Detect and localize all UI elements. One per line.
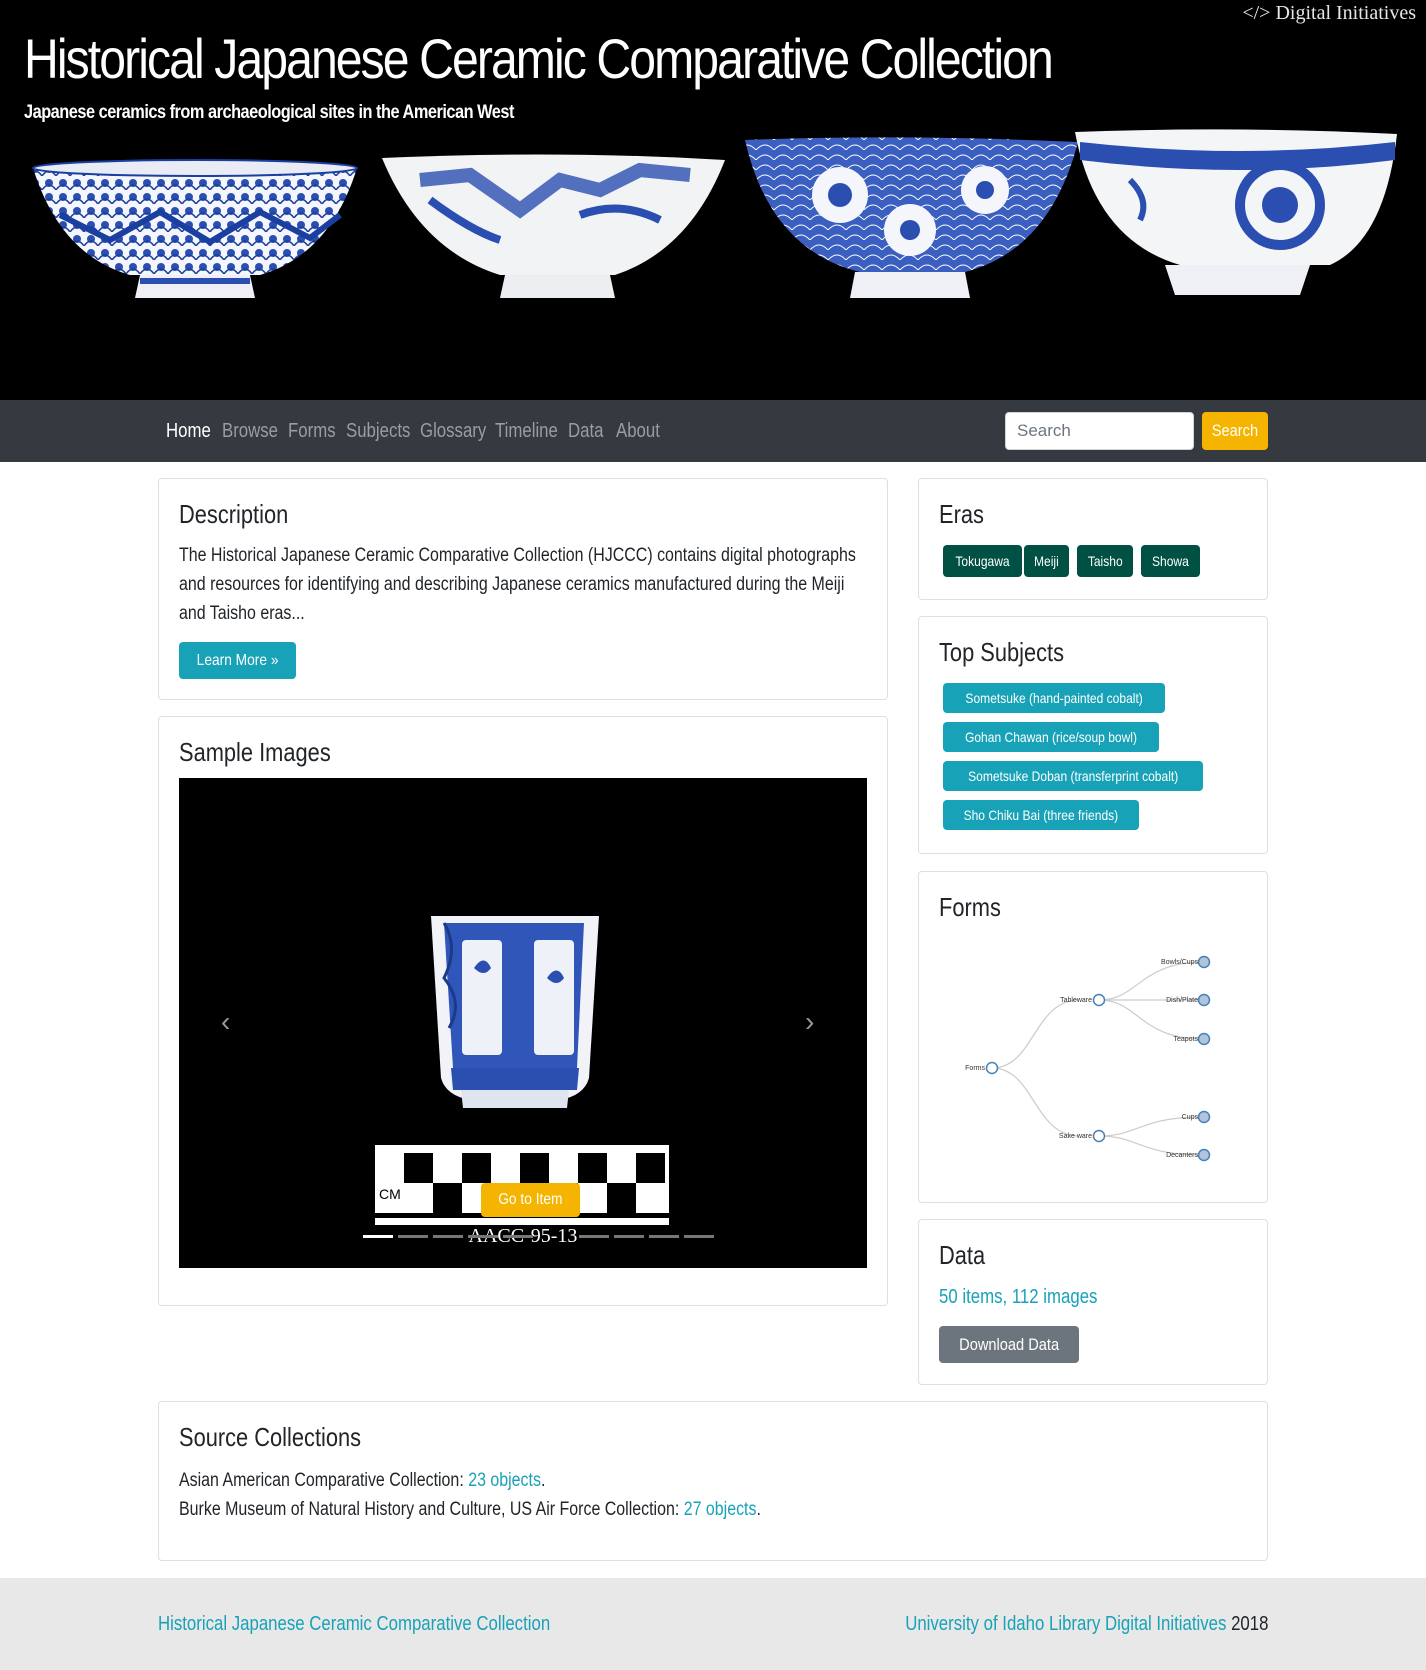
data-title: Data	[939, 1240, 986, 1270]
subject-label: Gohan Chawan (rice/soup bowl)	[965, 729, 1137, 745]
tree-node[interactable]	[1092, 1129, 1106, 1143]
source-collection-link[interactable]: 23 objects	[468, 1470, 541, 1491]
forms-tree-diagram: Forms Tableware Sake ware Bowls/Cups Dis…	[965, 955, 1211, 1162]
nav-data[interactable]: Data	[568, 420, 603, 443]
footer-digital-initiatives-link[interactable]: University of Idaho Library Digital Init…	[905, 1613, 1226, 1635]
carousel-indicator[interactable]	[684, 1235, 714, 1238]
carousel-indicator[interactable]	[579, 1235, 609, 1238]
site-footer: Historical Japanese Ceramic Comparative …	[0, 1578, 1426, 1670]
tree-leaf[interactable]	[1197, 1110, 1211, 1124]
carousel-indicator[interactable]	[614, 1235, 644, 1238]
carousel-indicator[interactable]	[468, 1235, 498, 1238]
description-text: The Historical Japanese Ceramic Comparat…	[179, 545, 856, 624]
data-card: Data 50 items, 112 images Download Data	[918, 1219, 1268, 1385]
source-collections-title: Source Collections	[179, 1422, 362, 1452]
tree-label: Sake ware	[1059, 1133, 1092, 1140]
download-data-button[interactable]: Download Data	[939, 1326, 1080, 1363]
nav-subjects[interactable]: Subjects	[346, 420, 410, 443]
site-header: </> Digital Initiatives Historical Japan…	[0, 0, 1426, 400]
source-collection-period: .	[756, 1499, 761, 1520]
tree-leaf[interactable]	[1197, 1148, 1211, 1162]
tree-label: Dish/Plate	[1166, 997, 1198, 1004]
description-card: Description The Historical Japanese Cera…	[158, 478, 888, 700]
carousel-indicator[interactable]	[398, 1235, 428, 1238]
subject-label: Sho Chiku Bai (three friends)	[963, 807, 1119, 823]
site-title[interactable]: Historical Japanese Ceramic Comparative …	[24, 26, 1054, 91]
bowl-2	[382, 154, 725, 298]
sample-images-title: Sample Images	[179, 737, 331, 767]
tree-label: Bowls/Cups	[1161, 959, 1198, 966]
tree-label: Cups	[1182, 1114, 1199, 1121]
tree-label: Tableware	[1060, 997, 1092, 1004]
tree-leaf[interactable]	[1197, 993, 1211, 1007]
learn-more-label: Learn More »	[196, 651, 279, 669]
tree-node[interactable]	[985, 1061, 999, 1075]
source-collection-item: Asian American Comparative Collection: 2…	[179, 1470, 545, 1492]
subject-label: Sometsuke (hand-painted cobalt)	[965, 690, 1143, 706]
carousel-prev-icon[interactable]: ‹	[221, 1006, 230, 1038]
search-button[interactable]: Search	[1202, 412, 1268, 450]
subject-button[interactable]: Sometsuke Doban (transferprint cobalt)	[943, 761, 1204, 791]
subject-button[interactable]: Sho Chiku Bai (three friends)	[943, 800, 1139, 830]
source-collection-period: .	[540, 1470, 546, 1491]
search-button-label: Search	[1211, 421, 1259, 440]
tree-label: Decanters	[1166, 1152, 1198, 1159]
nav-timeline[interactable]: Timeline	[495, 420, 558, 443]
top-subjects-card: Top Subjects Sometsuke (hand-painted cob…	[918, 616, 1268, 854]
subject-label: Sometsuke Doban (transferprint cobalt)	[968, 768, 1179, 784]
eras-title: Eras	[939, 499, 984, 529]
forms-card: Forms Forms Tableware Sake ware Bowls/Cu…	[918, 871, 1268, 1203]
carousel-indicator[interactable]	[649, 1235, 679, 1238]
era-meiji-button[interactable]: Meiji	[1024, 545, 1069, 577]
tree-label: Teapots	[1173, 1036, 1198, 1043]
tree-leaf[interactable]	[1197, 955, 1211, 969]
subject-button[interactable]: Sometsuke (hand-painted cobalt)	[943, 683, 1166, 713]
nav-home[interactable]: Home	[166, 420, 211, 443]
scale-bar-label: CM	[379, 1186, 401, 1202]
nav-browse[interactable]: Browse	[222, 420, 278, 443]
source-collection-name: Asian American Comparative Collection:	[179, 1470, 464, 1491]
footer-credit: University of Idaho Library Digital Init…	[905, 1613, 1268, 1636]
sample-images-card: Sample Images CM ‹ › Go to Item AACC-95-…	[158, 716, 888, 1306]
source-collection-link[interactable]: 27 objects	[684, 1499, 757, 1520]
carousel-indicator[interactable]	[433, 1235, 463, 1238]
top-subjects-title: Top Subjects	[939, 637, 1065, 667]
source-collections-card: Source Collections Asian American Compar…	[158, 1401, 1268, 1561]
nav-about[interactable]: About	[616, 420, 660, 443]
footer-home-link[interactable]: Historical Japanese Ceramic Comparative …	[158, 1613, 550, 1636]
bowl-4	[1075, 129, 1397, 295]
learn-more-button[interactable]: Learn More »	[179, 642, 297, 679]
go-to-item-button[interactable]: Go to Item	[481, 1183, 580, 1217]
carousel-next-icon[interactable]: ›	[805, 1006, 814, 1038]
sample-images-carousel[interactable]: CM ‹ › Go to Item AACC-95-13	[179, 778, 867, 1268]
carousel-indicator[interactable]	[503, 1235, 533, 1238]
data-summary-link[interactable]: 50 items, 112 images	[939, 1286, 1097, 1309]
tree-node[interactable]	[1092, 993, 1106, 1007]
source-collection-name: Burke Museum of Natural History and Cult…	[179, 1499, 680, 1520]
nav-glossary[interactable]: Glossary	[420, 420, 486, 443]
source-collection-item: Burke Museum of Natural History and Cult…	[179, 1499, 761, 1521]
nav-forms[interactable]: Forms	[288, 420, 336, 443]
header-bowls-banner	[32, 129, 1397, 298]
era-showa-button[interactable]: Showa	[1141, 545, 1200, 577]
era-tokugawa-button[interactable]: Tokugawa	[943, 545, 1023, 577]
era-taisho-button[interactable]: Taisho	[1077, 545, 1134, 577]
eras-card: Eras Tokugawa Meiji Taisho Showa	[918, 478, 1268, 600]
tree-label-root: Forms	[965, 1065, 985, 1072]
era-label: Showa	[1151, 553, 1189, 569]
subject-button[interactable]: Gohan Chawan (rice/soup bowl)	[943, 722, 1159, 752]
era-label: Taisho	[1087, 553, 1123, 569]
carousel-indicator[interactable]	[363, 1235, 393, 1238]
tree-leaf[interactable]	[1197, 1032, 1211, 1046]
description-title: Description	[179, 499, 289, 529]
era-label: Tokugawa	[955, 553, 1010, 569]
bowl-3	[745, 137, 1078, 298]
bowl-1	[32, 159, 358, 298]
era-label: Meiji	[1034, 553, 1059, 569]
download-data-label: Download Data	[959, 1334, 1060, 1354]
search-input[interactable]	[1005, 412, 1194, 450]
digital-initiatives-link[interactable]: </> Digital Initiatives	[1242, 2, 1416, 25]
go-to-item-label: Go to Item	[498, 1191, 563, 1208]
footer-year: 2018	[1230, 1613, 1268, 1635]
